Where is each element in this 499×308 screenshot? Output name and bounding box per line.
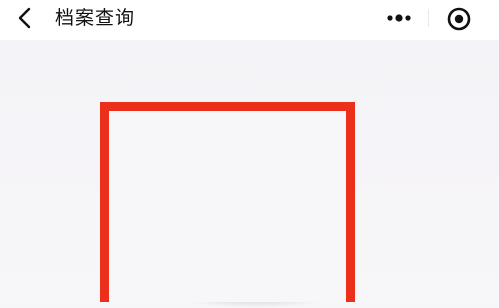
target-circle-icon[interactable] <box>446 6 472 32</box>
highlight-frame <box>100 102 355 302</box>
page-title: 档案查询 <box>55 7 136 29</box>
more-dots-icon[interactable] <box>382 8 416 28</box>
navigation-bar: 档案查询 <box>0 0 499 40</box>
capsule-divider <box>428 9 429 27</box>
chevron-left-icon[interactable] <box>14 5 38 31</box>
mini-program-capsule <box>364 2 496 34</box>
